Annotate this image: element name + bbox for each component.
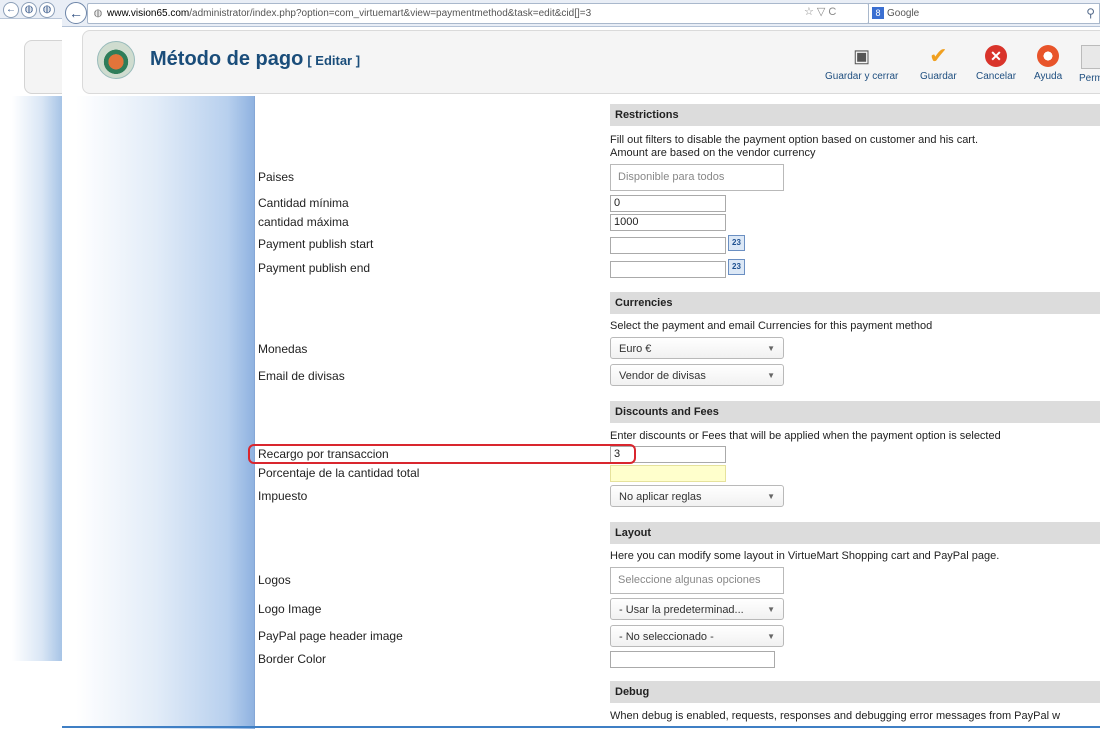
floppy-icon: ▣ bbox=[853, 46, 871, 66]
email-currency-label: Email de divisas bbox=[258, 369, 345, 383]
google-icon[interactable]: 8 bbox=[872, 7, 884, 19]
border-color-label: Border Color bbox=[258, 652, 327, 666]
chevron-down-icon: ▼ bbox=[767, 605, 775, 614]
browser-window: ← ◍ www.vision65.com/administrator/index.… bbox=[62, 0, 1100, 729]
url-path: /administrator/index.php?option=com_virt… bbox=[189, 8, 592, 19]
currencies-description: Select the payment and email Currencies … bbox=[610, 320, 933, 332]
page-title: Método de pago[ Editar ] bbox=[150, 48, 360, 71]
background-nav-bar: ← ◍ ◍ bbox=[0, 0, 62, 19]
percentage-label: Porcentaje de la cantidad total bbox=[258, 466, 420, 480]
section-discounts-fees: Discounts and Fees bbox=[610, 401, 1100, 423]
browser-nav-bar: ← ◍ www.vision65.com/administrator/index.… bbox=[62, 0, 1100, 27]
logo-image-select[interactable]: - Usar la predeterminad... ▼ bbox=[610, 598, 784, 620]
logos-field[interactable]: Seleccione algunas opciones bbox=[610, 567, 784, 594]
page-subtitle: [ Editar ] bbox=[307, 53, 361, 68]
help-label: Ayuda bbox=[1034, 71, 1063, 82]
email-currency-select[interactable]: Vendor de divisas ▼ bbox=[610, 364, 784, 386]
bottom-border bbox=[62, 726, 1100, 728]
save-button[interactable]: ✔ Guardar bbox=[920, 43, 957, 83]
background-globe-icon: ◍ bbox=[39, 2, 55, 18]
background-sidebar bbox=[12, 96, 63, 661]
restrictions-desc-line1: Fill out filters to disable the payment … bbox=[610, 134, 979, 146]
min-amount-label: Cantidad mínima bbox=[258, 196, 349, 210]
publish-start-label: Payment publish start bbox=[258, 237, 374, 251]
currency-select[interactable]: Euro € ▼ bbox=[610, 337, 784, 359]
percentage-input[interactable] bbox=[610, 465, 726, 482]
cancel-button[interactable]: ✕ Cancelar bbox=[976, 45, 1016, 82]
search-box[interactable]: 8 Google ⚲ bbox=[868, 3, 1100, 24]
logos-label: Logos bbox=[258, 573, 291, 587]
url-bar[interactable]: ◍ www.vision65.com/administrator/index.ph… bbox=[87, 3, 869, 24]
max-amount-label: cantidad máxima bbox=[258, 215, 349, 229]
debug-description: When debug is enabled, requests, respons… bbox=[610, 710, 1061, 722]
restrictions-desc-line2: Amount are based on the vendor currency bbox=[610, 147, 816, 159]
tax-select[interactable]: No aplicar reglas ▼ bbox=[610, 485, 784, 507]
section-restrictions: Restrictions bbox=[610, 104, 1100, 126]
tax-label: Impuesto bbox=[258, 489, 308, 503]
page-title-text: Método de pago bbox=[150, 48, 304, 70]
header-image-label: PayPal page header image bbox=[258, 629, 403, 643]
cancel-label: Cancelar bbox=[976, 71, 1017, 82]
chevron-down-icon: ▼ bbox=[767, 632, 775, 641]
chevron-down-icon: ▼ bbox=[767, 492, 775, 501]
save-close-button[interactable]: ▣ Guardar y cerrar bbox=[825, 45, 898, 82]
checkmark-icon: ✔ bbox=[929, 43, 948, 68]
discounts-description: Enter discounts or Fees that will be app… bbox=[610, 430, 1001, 442]
header-image-select-value: - No seleccionado - bbox=[619, 631, 714, 643]
back-icon[interactable]: ← bbox=[65, 2, 87, 24]
email-currency-select-value: Vendor de divisas bbox=[619, 370, 706, 382]
save-close-label: Guardar y cerrar bbox=[825, 71, 899, 82]
logo-image-label: Logo Image bbox=[258, 602, 322, 616]
header-image-select[interactable]: - No seleccionado - ▼ bbox=[610, 625, 784, 647]
min-amount-input[interactable]: 0 bbox=[610, 195, 726, 212]
chevron-down-icon: ▼ bbox=[767, 344, 775, 353]
tax-select-value: No aplicar reglas bbox=[619, 491, 702, 503]
section-layout: Layout bbox=[610, 522, 1100, 544]
left-sidebar bbox=[76, 96, 255, 729]
section-currencies: Currencies bbox=[610, 292, 1100, 314]
globe-icon: ◍ bbox=[93, 8, 103, 19]
countries-field[interactable]: Disponible para todos bbox=[610, 164, 784, 191]
help-button[interactable]: Ayuda bbox=[1034, 45, 1062, 82]
background-window: ← ◍ ◍ bbox=[0, 0, 72, 729]
currency-label: Monedas bbox=[258, 342, 308, 356]
publish-start-input[interactable] bbox=[610, 237, 726, 254]
highlight-annotation bbox=[248, 444, 636, 464]
permissions-button[interactable]: Perm bbox=[1079, 45, 1100, 84]
url-domain: www.vision65.com bbox=[107, 8, 190, 19]
max-amount-input[interactable]: 1000 bbox=[610, 214, 726, 231]
background-back-icon[interactable]: ← bbox=[3, 2, 19, 18]
calendar-icon-end[interactable]: 23 bbox=[728, 259, 745, 275]
permissions-icon bbox=[1081, 45, 1100, 69]
save-label: Guardar bbox=[920, 71, 957, 82]
logo-image-select-value: - Usar la predeterminad... bbox=[619, 604, 744, 616]
calendar-icon-start[interactable]: 23 bbox=[728, 235, 745, 251]
help-icon bbox=[1037, 45, 1060, 67]
publish-end-label: Payment publish end bbox=[258, 261, 371, 275]
chevron-down-icon: ▼ bbox=[767, 371, 775, 380]
search-engine-label: Google bbox=[887, 8, 920, 19]
countries-label: Paises bbox=[258, 170, 295, 184]
payment-method-icon bbox=[97, 41, 135, 79]
search-icon[interactable]: ⚲ bbox=[1086, 4, 1095, 23]
currency-select-value: Euro € bbox=[619, 343, 652, 355]
section-debug: Debug bbox=[610, 681, 1100, 703]
cancel-icon: ✕ bbox=[985, 45, 1008, 67]
restrictions-description: Fill out filters to disable the payment … bbox=[610, 134, 978, 160]
permissions-label: Perm bbox=[1079, 73, 1100, 84]
page-header: Método de pago[ Editar ] ▣ Guardar y cer… bbox=[82, 30, 1100, 94]
publish-end-input[interactable] bbox=[610, 261, 726, 278]
border-color-input[interactable] bbox=[610, 651, 775, 668]
nav-icons[interactable]: ☆ ▽ C bbox=[804, 3, 836, 22]
background-home-icon[interactable]: ◍ bbox=[21, 2, 37, 18]
layout-description: Here you can modify some layout in Virtu… bbox=[610, 550, 1000, 562]
